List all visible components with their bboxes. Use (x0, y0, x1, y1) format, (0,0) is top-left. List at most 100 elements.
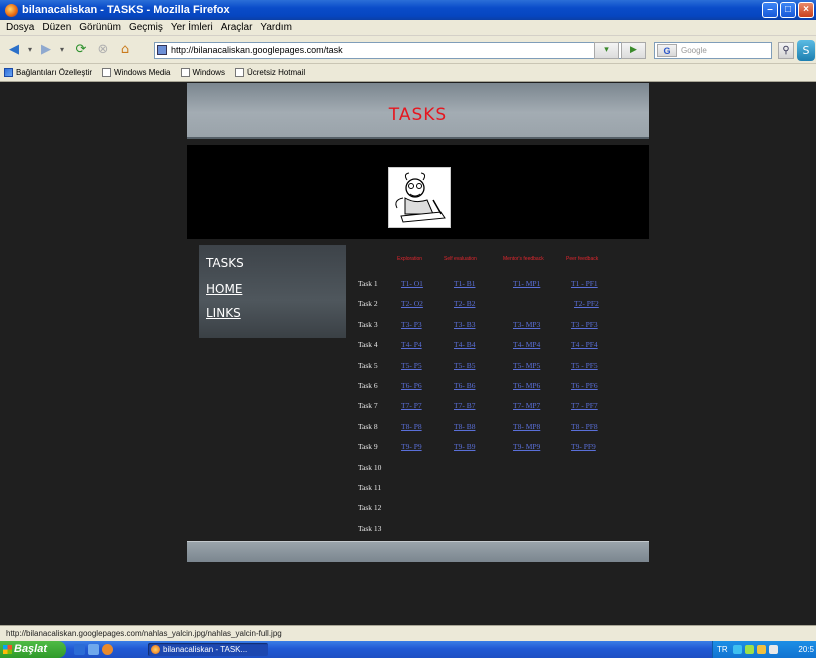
back-history-icon[interactable]: ▾ (26, 41, 34, 59)
task-link-self-evaluation[interactable]: T5- B5 (454, 361, 475, 370)
taskbar-window-firefox[interactable]: bilanacaliskan - TASK... (148, 643, 268, 656)
task-link-self-evaluation[interactable]: T4- B4 (454, 340, 475, 349)
menu-history[interactable]: Geçmiş (129, 22, 163, 33)
task-link-mentor-feedback[interactable]: T1- MP1 (513, 279, 540, 288)
menu-file[interactable]: Dosya (6, 22, 34, 33)
menu-tools[interactable]: Araçlar (221, 22, 253, 33)
back-arrow-icon[interactable]: ◀ (6, 41, 22, 59)
task-link-peer-feedback[interactable]: T1 - PF1 (571, 279, 598, 288)
volume-icon[interactable] (757, 645, 766, 654)
task-link-exploration[interactable]: T4- P4 (401, 340, 422, 349)
column-header-mentor-feedback: Mentor's feedback (503, 256, 544, 262)
stop-icon[interactable]: ⊗ (94, 41, 112, 59)
url-text: http://bilanacaliskan.googlepages.com/ta… (171, 45, 343, 55)
task-row-label: Task 3 (358, 319, 378, 329)
task-link-mentor-feedback[interactable]: T6- MP6 (513, 381, 540, 390)
page-icon (4, 68, 13, 77)
menu-bookmarks[interactable]: Yer İmleri (171, 22, 213, 33)
url-input[interactable]: http://bilanacaliskan.googlepages.com/ta… (154, 42, 646, 59)
menu-edit[interactable]: Düzen (42, 22, 71, 33)
ie-quicklaunch-icon[interactable] (74, 644, 85, 655)
task-link-mentor-feedback[interactable]: T8- MP8 (513, 422, 540, 431)
search-input[interactable]: G Google (654, 42, 772, 59)
bookmark-item[interactable]: Windows Media (102, 68, 171, 77)
minimize-button[interactable]: – (762, 2, 778, 18)
task-link-exploration[interactable]: T5- P5 (401, 361, 422, 370)
firefox-quicklaunch-icon[interactable] (102, 644, 113, 655)
task-link-self-evaluation[interactable]: T7- B7 (454, 401, 475, 410)
page-icon (102, 68, 112, 77)
menu-view[interactable]: Görünüm (79, 22, 121, 33)
menu-help[interactable]: Yardım (260, 22, 292, 33)
bookmark-item[interactable]: Ücretsiz Hotmail (234, 68, 305, 77)
task-link-exploration[interactable]: T9- P9 (401, 442, 422, 451)
dropdown-icon[interactable]: ▾ (594, 42, 619, 59)
page-icon (180, 68, 190, 77)
task-row-label: Task 1 (358, 279, 378, 288)
task-link-self-evaluation[interactable]: T9- B9 (454, 442, 475, 451)
forward-history-icon[interactable]: ▾ (58, 41, 66, 59)
window-title: bilanacaliskan - TASKS - Mozilla Firefox (22, 4, 230, 16)
firefox-icon (151, 645, 160, 654)
tray-icons (733, 645, 778, 654)
task-link-peer-feedback[interactable]: T4 - PF4 (571, 340, 598, 349)
language-indicator[interactable]: TR (717, 641, 728, 658)
maximize-button[interactable]: □ (780, 2, 796, 18)
bookmark-item[interactable]: Windows (180, 68, 225, 77)
forward-arrow-icon[interactable]: ▶ (38, 41, 54, 59)
task-link-exploration[interactable]: T1- O1 (401, 279, 423, 288)
system-tray: TR 20:5 (712, 641, 816, 658)
desktop-quicklaunch-icon[interactable] (88, 644, 99, 655)
task-link-exploration[interactable]: T3- P3 (401, 320, 422, 329)
task-link-peer-feedback[interactable]: T9- PF9 (571, 442, 596, 451)
task-link-mentor-feedback[interactable]: T7- MP7 (513, 401, 540, 410)
task-link-peer-feedback[interactable]: T6 - PF6 (571, 381, 598, 390)
reload-icon[interactable]: ⟳ (72, 41, 90, 59)
task-link-self-evaluation[interactable]: T8- B8 (454, 422, 475, 431)
task-link-exploration[interactable]: T2- O2 (401, 299, 423, 308)
sidebar-item-links[interactable]: LINKS (206, 306, 241, 320)
task-link-self-evaluation[interactable]: T3- B3 (454, 320, 475, 329)
firefox-icon (5, 3, 18, 17)
task-row-label: Task 12 (358, 503, 382, 513)
menu-bar: Dosya Düzen Görünüm Geçmiş Yer İmleri Ar… (0, 20, 816, 36)
search-magnifier-icon[interactable]: ⚲ (778, 42, 794, 59)
task-link-peer-feedback[interactable]: T7 - PF7 (571, 401, 598, 410)
task-row-label: Task 7 (358, 401, 378, 411)
home-icon[interactable]: ⌂ (116, 41, 134, 59)
messenger-icon[interactable] (769, 645, 778, 654)
task-link-exploration[interactable]: T6- P6 (401, 381, 422, 390)
task-row-label: Task 8 (358, 421, 378, 431)
page-icon (234, 68, 244, 77)
start-button[interactable]: Başlat (0, 641, 66, 658)
window-controls: – □ × (762, 2, 814, 18)
task-link-peer-feedback[interactable]: T8 - PF8 (571, 422, 598, 431)
task-link-peer-feedback[interactable]: T5 - PF5 (571, 361, 598, 370)
sidebar-item-tasks[interactable]: TASKS (206, 256, 244, 270)
navigation-toolbar: ◀ ▾ ▶ ▾ ⟳ ⊗ ⌂ http://bilanacaliskan.goog… (0, 36, 816, 64)
task-link-mentor-feedback[interactable]: T5- MP5 (513, 361, 540, 370)
task-link-peer-feedback[interactable]: T3 - PF3 (571, 320, 598, 329)
network-icon[interactable] (733, 645, 742, 654)
task-link-mentor-feedback[interactable]: T9- MP9 (513, 442, 540, 451)
security-icon[interactable] (745, 645, 754, 654)
task-link-exploration[interactable]: T8- P8 (401, 422, 422, 431)
task-link-self-evaluation[interactable]: T2- B2 (454, 299, 475, 308)
close-button[interactable]: × (798, 2, 814, 18)
task-row-label: Task 5 (358, 360, 378, 370)
task-link-self-evaluation[interactable]: T1- B1 (454, 279, 475, 288)
task-link-exploration[interactable]: T7- P7 (401, 401, 422, 410)
task-link-mentor-feedback[interactable]: T3- MP3 (513, 320, 540, 329)
windows-taskbar: Başlat bilanacaliskan - TASK... TR 20:5 (0, 641, 816, 658)
bookmark-item[interactable]: Bağlantıları Özelleştir (4, 68, 92, 77)
search-placeholder: Google (681, 46, 707, 55)
task-link-mentor-feedback[interactable]: T4- MP4 (513, 340, 540, 349)
task-row-label: Task 4 (358, 340, 378, 350)
google-engine-icon[interactable]: G (657, 44, 677, 57)
column-header-exploration: Exploration (397, 256, 423, 262)
sidebar-item-home[interactable]: HOME (206, 282, 242, 296)
task-link-self-evaluation[interactable]: T6- B6 (454, 381, 475, 390)
go-arrow-icon[interactable]: ▶ (621, 42, 646, 59)
addon-icon[interactable]: S (797, 40, 815, 61)
task-link-peer-feedback[interactable]: T2- PF2 (574, 299, 599, 308)
